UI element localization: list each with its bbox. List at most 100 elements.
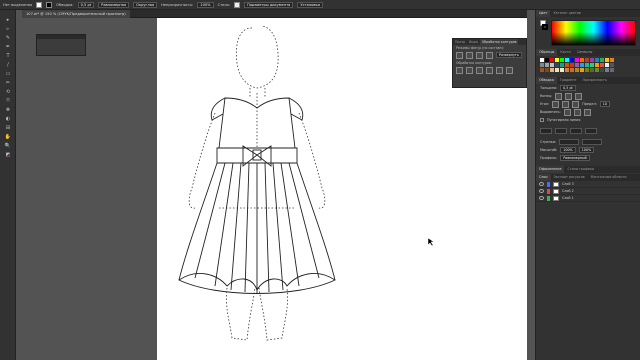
swatch[interactable] — [575, 58, 579, 62]
tab-appearance[interactable]: Оформление — [536, 166, 565, 173]
divide-button[interactable] — [456, 67, 463, 74]
exclude-button[interactable] — [486, 52, 493, 59]
dash-field-1[interactable] — [540, 128, 552, 134]
swatch[interactable] — [605, 63, 609, 67]
swatch[interactable] — [595, 58, 599, 62]
swatch[interactable] — [540, 68, 544, 72]
swatch[interactable] — [590, 63, 594, 67]
align-outside-button[interactable] — [583, 108, 591, 116]
document-setup-button[interactable]: Параметры документа — [244, 1, 294, 8]
tab-transparency[interactable]: Прозр — [453, 39, 467, 45]
swatch[interactable] — [595, 68, 599, 72]
bevel-join-button[interactable] — [572, 100, 580, 108]
crop-button[interactable] — [486, 67, 493, 74]
swatch[interactable] — [550, 58, 554, 62]
document-tab[interactable]: 107.ai* @ 150 % (CMYK/Предварительный пр… — [22, 10, 130, 18]
swatch[interactable] — [550, 68, 554, 72]
tool-button[interactable]: ▸ — [3, 16, 13, 23]
swatch[interactable] — [580, 58, 584, 62]
tab-color[interactable]: Цвет — [536, 10, 551, 17]
swatch[interactable] — [575, 68, 579, 72]
arrow-start-select[interactable] — [559, 139, 580, 145]
swatch[interactable] — [585, 68, 589, 72]
brush-definition-select[interactable]: Округлая — [133, 1, 158, 8]
swatch[interactable] — [565, 58, 569, 62]
tab-transparency-panel[interactable]: Прозрачность — [580, 77, 610, 84]
style-swatch[interactable] — [234, 1, 241, 8]
dash-field-2[interactable] — [570, 128, 582, 134]
tool-button[interactable]: ✥ — [3, 106, 13, 113]
swatch[interactable] — [540, 63, 544, 67]
fill-swatch[interactable] — [36, 1, 43, 8]
tab-gradient[interactable]: Градиент — [557, 77, 580, 84]
swatch[interactable] — [570, 58, 574, 62]
swatch[interactable] — [605, 68, 609, 72]
intersect-button[interactable] — [476, 52, 483, 59]
swatch[interactable] — [605, 58, 609, 62]
tool-button[interactable]: ⤧ — [3, 97, 13, 104]
stroke-weight-input[interactable]: 0,5 pt — [560, 85, 576, 91]
swatch[interactable] — [545, 63, 549, 67]
swatch[interactable] — [595, 63, 599, 67]
round-join-button[interactable] — [562, 100, 570, 108]
tool-button[interactable]: ⊞ — [3, 124, 13, 131]
tool-button[interactable]: / — [3, 61, 13, 68]
swatch[interactable] — [550, 63, 554, 67]
butt-cap-button[interactable] — [555, 92, 563, 100]
outline-button[interactable] — [496, 67, 503, 74]
swatch[interactable] — [570, 68, 574, 72]
swatch[interactable] — [555, 63, 559, 67]
minus-front-button[interactable] — [466, 52, 473, 59]
tool-button[interactable]: T — [3, 52, 13, 59]
swatch[interactable] — [600, 63, 604, 67]
layer-row[interactable]: Слой 2 — [536, 188, 640, 195]
swatch[interactable] — [610, 68, 614, 72]
swatch[interactable] — [540, 58, 544, 62]
trim-button[interactable] — [466, 67, 473, 74]
swatch[interactable] — [585, 63, 589, 67]
tab-layers[interactable]: Слои — [536, 174, 551, 181]
canvas-area[interactable] — [16, 18, 527, 360]
limit-input[interactable]: 10 — [599, 101, 610, 107]
unite-button[interactable] — [456, 52, 463, 59]
tab-color-guide[interactable]: Каталог цветов — [550, 10, 583, 17]
stroke-swatch[interactable] — [46, 1, 53, 8]
arrow-end-select[interactable] — [582, 139, 603, 145]
tool-button[interactable]: 🔍 — [3, 142, 13, 149]
tab-symbols[interactable]: Символы — [574, 49, 596, 56]
preferences-button[interactable]: Установки — [297, 1, 324, 8]
tab-swatches[interactable]: Образцы — [536, 49, 558, 56]
variable-width-select[interactable]: Равномерная — [98, 1, 130, 8]
swatch[interactable] — [555, 68, 559, 72]
tool-button[interactable]: ✎ — [3, 34, 13, 41]
swatch[interactable] — [560, 58, 564, 62]
scale-end-input[interactable]: 100% — [578, 147, 595, 153]
tab-stroke[interactable]: Обводка — [536, 77, 557, 84]
tool-button[interactable]: ✒ — [3, 43, 13, 50]
layer-row[interactable]: Слой 1 — [536, 195, 640, 202]
swatch[interactable] — [565, 68, 569, 72]
swatch[interactable] — [590, 58, 594, 62]
expand-button[interactable]: Развернуть — [496, 52, 522, 58]
tool-button[interactable]: ✏ — [3, 79, 13, 86]
swatch[interactable] — [600, 58, 604, 62]
merge-button[interactable] — [476, 67, 483, 74]
minus-back-button[interactable] — [506, 67, 513, 74]
tab-artboards[interactable]: Монтажные области — [588, 174, 630, 181]
miter-join-button[interactable] — [552, 100, 560, 108]
tool-button[interactable]: ◐ — [3, 115, 13, 122]
swatch[interactable] — [555, 58, 559, 62]
floating-panel-header[interactable] — [37, 35, 85, 39]
align-center-button[interactable] — [563, 108, 571, 116]
tool-button[interactable]: ▹ — [3, 25, 13, 32]
swatch[interactable] — [610, 58, 614, 62]
stroke-weight-field[interactable]: 0,5 pt — [77, 1, 95, 8]
profile-select[interactable]: Равномерный — [560, 155, 590, 161]
eye-icon[interactable] — [539, 196, 544, 200]
scale-start-input[interactable]: 100% — [560, 147, 576, 153]
swatch[interactable] — [580, 63, 584, 67]
opacity-field[interactable]: 100% — [197, 1, 214, 8]
tool-button[interactable]: ▭ — [3, 70, 13, 77]
color-spectrum[interactable] — [551, 20, 636, 46]
eye-icon[interactable] — [539, 182, 544, 186]
